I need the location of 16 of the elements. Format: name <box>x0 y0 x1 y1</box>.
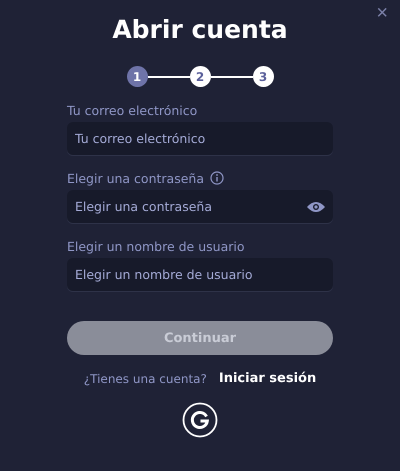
dialog-title: Abrir cuenta <box>112 14 288 46</box>
field-label: Elegir una contraseña <box>67 170 204 186</box>
info-icon[interactable] <box>210 171 224 185</box>
eye-icon[interactable] <box>307 200 325 212</box>
login-link[interactable]: Iniciar sesión <box>218 371 316 386</box>
input-field[interactable]: Elegir un nombre de usuario <box>67 258 333 291</box>
g-circle-icon[interactable] <box>182 402 218 438</box>
close-button[interactable]: × <box>372 2 392 24</box>
step-indicator: 3 <box>252 66 274 87</box>
step-indicator: 2 <box>190 66 210 87</box>
login-prompt: ¿Tienes una cuenta? <box>84 372 207 386</box>
field-label: Tu correo electrónico <box>67 102 198 118</box>
step-indicator: 1 <box>126 66 148 87</box>
input-field[interactable]: Tu correo electrónico <box>67 122 333 155</box>
field-label: Elegir un nombre de usuario <box>67 238 244 254</box>
input-field[interactable]: Elegir una contraseña <box>67 190 333 223</box>
